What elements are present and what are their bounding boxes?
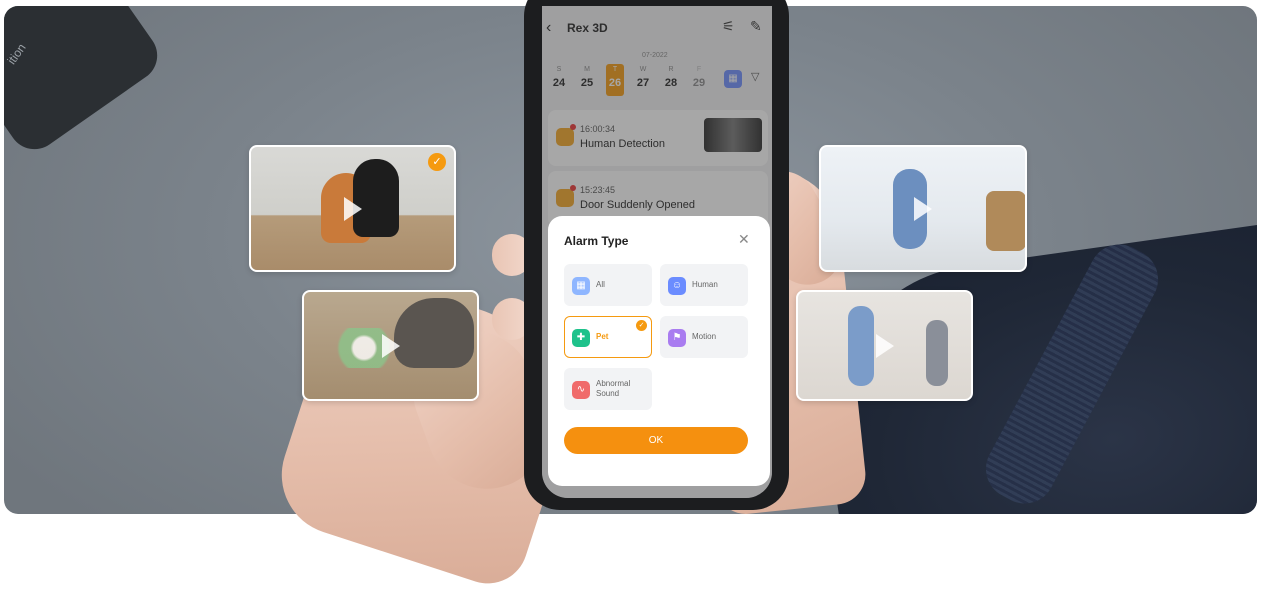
option-label: Abnormal Sound xyxy=(596,379,631,398)
check-icon: ✓ xyxy=(428,153,446,171)
play-icon[interactable] xyxy=(381,333,400,358)
video-tile-cats[interactable]: ✓ xyxy=(249,145,456,272)
phone-screen: ‹ Rex 3D ⚟ ✎ 07-2022 S 24 M 25 T 26 W 27… xyxy=(542,6,772,498)
running-kid xyxy=(926,320,948,386)
option-motion[interactable]: ⚑ Motion xyxy=(660,316,748,358)
ok-button[interactable]: OK xyxy=(564,427,748,454)
corner-device-label: ition xyxy=(4,40,29,67)
alarm-type-dialog: Alarm Type ✕ ▦ All ☺ Human ✚ Pet ✓ ⚑ Mot… xyxy=(548,216,770,486)
option-label: Pet xyxy=(596,332,609,341)
play-icon[interactable] xyxy=(875,333,894,358)
video-tile-cat-flowers[interactable] xyxy=(302,290,479,401)
pet-icon: ✚ xyxy=(572,329,590,347)
running-icon: ⚑ xyxy=(668,329,686,347)
play-icon[interactable] xyxy=(914,196,932,221)
check-icon: ✓ xyxy=(636,320,647,331)
tabby-cat xyxy=(394,298,474,368)
option-abnormal-sound[interactable]: ∿ Abnormal Sound xyxy=(564,368,652,410)
wicker-chair xyxy=(986,191,1025,251)
person-icon: ☺ xyxy=(668,277,686,295)
option-label: Motion xyxy=(692,332,717,341)
option-all[interactable]: ▦ All xyxy=(564,264,652,306)
running-kid xyxy=(848,306,874,386)
option-label: Human xyxy=(692,280,718,289)
play-icon[interactable] xyxy=(343,196,362,221)
close-icon[interactable]: ✕ xyxy=(738,231,750,248)
dialog-title: Alarm Type xyxy=(564,234,629,248)
video-tile-toddler[interactable] xyxy=(819,145,1027,272)
sound-wave-icon: ∿ xyxy=(572,381,590,399)
option-pet[interactable]: ✚ Pet ✓ xyxy=(564,316,652,358)
video-tile-kids-running[interactable] xyxy=(796,290,973,401)
option-human[interactable]: ☺ Human xyxy=(660,264,748,306)
corner-device: ition xyxy=(4,6,168,160)
option-label: All xyxy=(596,280,605,289)
grid-icon: ▦ xyxy=(572,277,590,295)
